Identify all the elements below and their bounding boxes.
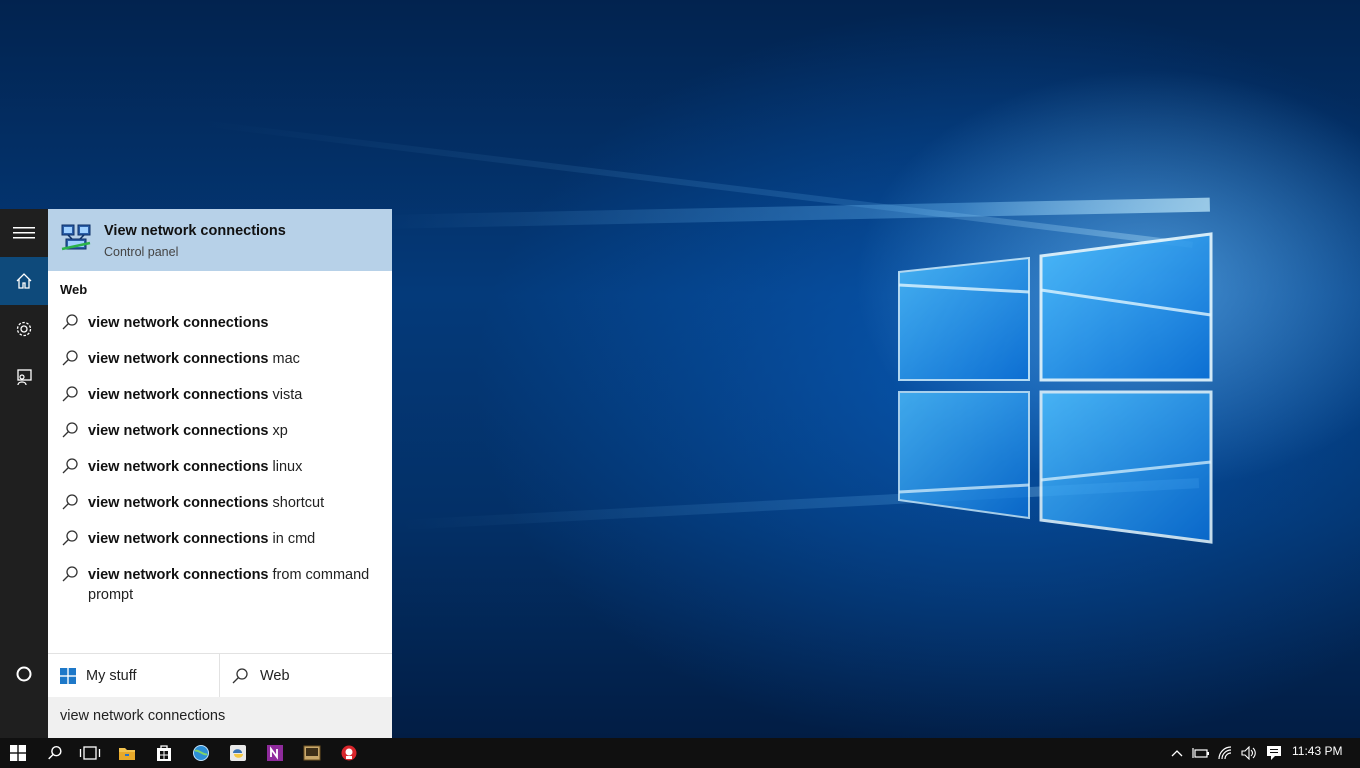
action-center-button[interactable]	[1263, 738, 1285, 768]
web-label: Web	[260, 668, 290, 684]
search-icon	[62, 494, 78, 510]
taskbar-clock[interactable]: 11:43 PM	[1292, 744, 1342, 758]
cortana-circle-icon	[16, 666, 32, 682]
task-view-icon	[79, 746, 101, 760]
suggestion-text: view network connections in cmd	[88, 531, 316, 547]
taskbar-search-button[interactable]	[37, 738, 73, 768]
windows-icon	[60, 668, 76, 684]
search-icon	[62, 530, 78, 546]
feedback-icon	[17, 369, 32, 386]
search-box[interactable]	[48, 697, 392, 738]
start-icon	[10, 745, 26, 761]
wifi-icon	[1218, 746, 1232, 760]
search-scope-bar: My stuff Web	[48, 653, 392, 698]
suggestion-text: view network connections xp	[88, 423, 288, 439]
volume-icon	[1241, 746, 1256, 760]
search-icon	[48, 745, 62, 760]
search-icon	[62, 314, 78, 330]
suggestion-text: view network connections shortcut	[88, 495, 325, 511]
search-icon	[62, 458, 78, 474]
suggestion-text: view network connections from command pr…	[88, 567, 370, 603]
search-results-panel: View network connections Control panel W…	[48, 209, 392, 738]
best-match-subtitle: Control panel	[104, 245, 179, 259]
web-suggestion-item[interactable]: view network connections shortcut	[48, 485, 392, 521]
file-explorer-taskbar-button[interactable]	[109, 738, 145, 768]
web-suggestion-item[interactable]: view network connections	[48, 305, 392, 341]
volume-tray-button[interactable]	[1238, 738, 1260, 768]
suggestion-text: view network connections vista	[88, 387, 303, 403]
search-icon	[232, 668, 248, 684]
hamburger-icon	[13, 227, 35, 239]
python-icon	[230, 745, 246, 761]
web-scope-button[interactable]: Web	[220, 654, 392, 698]
suggestion-text: view network connections linux	[88, 459, 303, 475]
taskbar: 11:43 PM	[0, 738, 1360, 768]
gear-icon	[16, 321, 32, 337]
search-icon	[62, 566, 78, 582]
action-center-icon	[1267, 746, 1281, 760]
suggestion-text: view network connections mac	[88, 351, 300, 367]
web-section-heading: Web	[60, 282, 88, 297]
game-app-taskbar-button[interactable]	[331, 738, 367, 768]
show-hidden-icons-button[interactable]	[1168, 738, 1186, 768]
network-connections-icon	[61, 224, 91, 251]
light-beam	[379, 197, 1210, 229]
start-sidebar	[0, 209, 48, 738]
media-app-icon	[303, 745, 321, 761]
search-icon	[62, 386, 78, 402]
settings-button[interactable]	[0, 305, 48, 353]
web-suggestion-item[interactable]: view network connections in cmd	[48, 521, 392, 557]
search-input[interactable]	[60, 708, 380, 724]
onenote-icon	[267, 745, 283, 761]
search-icon	[62, 350, 78, 366]
onenote-taskbar-button[interactable]	[257, 738, 293, 768]
suggestion-text: view network connections	[88, 315, 269, 331]
web-suggestions-list: view network connections view network co…	[48, 305, 392, 607]
web-suggestion-item[interactable]: view network connections vista	[48, 377, 392, 413]
file-explorer-icon	[119, 748, 135, 760]
web-suggestion-item[interactable]: view network connections xp	[48, 413, 392, 449]
home-button[interactable]	[0, 257, 48, 305]
store-taskbar-button[interactable]	[146, 738, 182, 768]
python-taskbar-button[interactable]	[220, 738, 256, 768]
web-suggestion-item[interactable]: view network connections linux	[48, 449, 392, 485]
cortana-button[interactable]	[0, 654, 48, 694]
game-app-icon	[341, 745, 357, 761]
start-button[interactable]	[0, 738, 36, 768]
network-globe-icon	[193, 745, 209, 761]
web-suggestion-item[interactable]: view network connections from command pr…	[48, 557, 392, 607]
chevron-up-icon	[1171, 750, 1183, 757]
my-stuff-label: My stuff	[86, 668, 137, 684]
best-match-result[interactable]: View network connections Control panel	[48, 209, 392, 271]
network-tray-button[interactable]	[1215, 738, 1237, 768]
store-icon	[157, 745, 171, 761]
task-view-button[interactable]	[72, 738, 108, 768]
search-icon	[62, 422, 78, 438]
battery-tray-button[interactable]	[1190, 738, 1212, 768]
home-icon	[16, 273, 32, 289]
my-stuff-scope-button[interactable]: My stuff	[48, 654, 220, 698]
media-app-taskbar-button[interactable]	[294, 738, 330, 768]
feedback-button[interactable]	[0, 353, 48, 401]
expand-menu-button[interactable]	[0, 209, 48, 257]
battery-icon	[1192, 748, 1209, 758]
windows-logo-light	[898, 232, 1213, 544]
best-match-title: View network connections	[104, 223, 286, 239]
web-suggestion-item[interactable]: view network connections mac	[48, 341, 392, 377]
network-app-taskbar-button[interactable]	[183, 738, 219, 768]
